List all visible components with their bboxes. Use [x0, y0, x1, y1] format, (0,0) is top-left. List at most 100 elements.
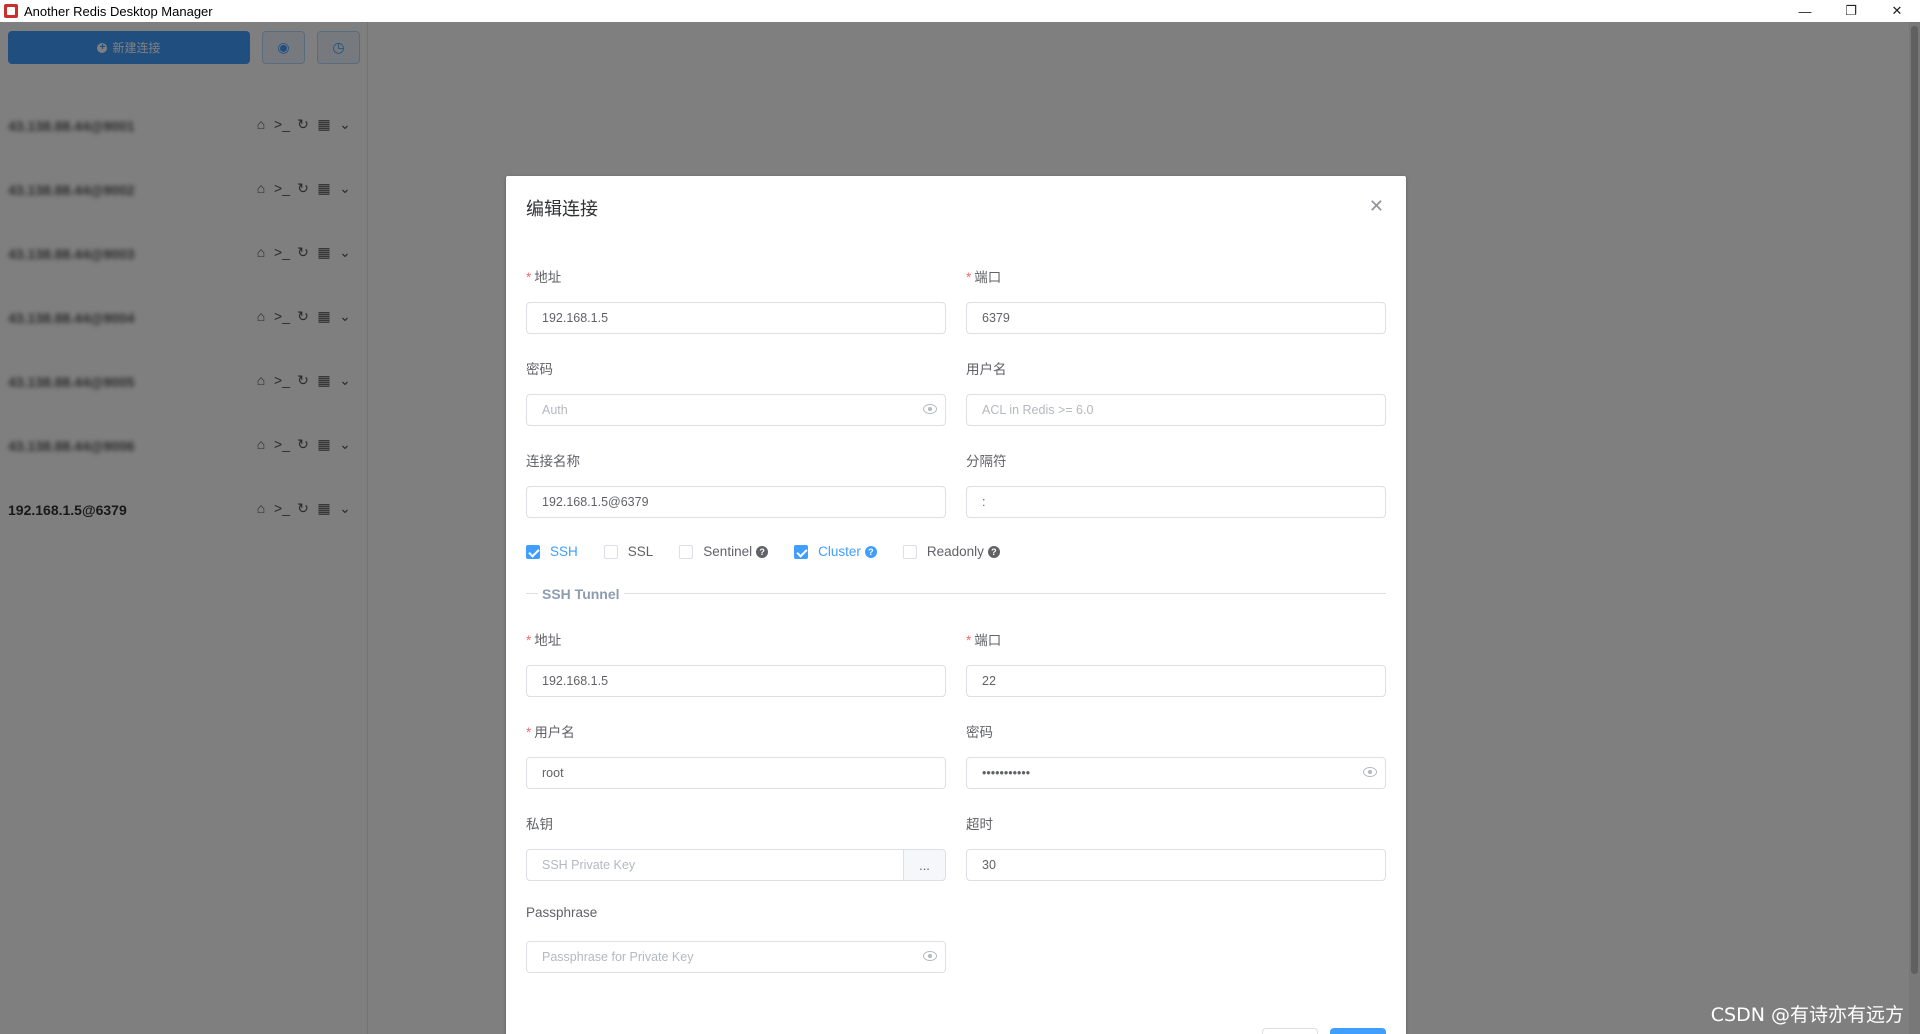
help-icon[interactable]: ?	[864, 545, 877, 558]
host-field: * 地址 192.168.1.5	[526, 266, 946, 334]
port-field: * 端口 6379	[966, 266, 1386, 334]
watermark: CSDN @有诗亦有远方	[1710, 1004, 1904, 1026]
ssh-host-value: 192.168.1.5	[542, 674, 609, 688]
checkbox-box	[526, 544, 540, 559]
timeout-value: 30	[982, 858, 996, 872]
close-window-button[interactable]: ✕	[1874, 0, 1920, 22]
username-placeholder: ACL in Redis >= 6.0	[982, 403, 1094, 417]
connection-name-value: 192.168.1.5@6379	[542, 495, 649, 509]
ssh-password-field: 密码 •••••••••••	[966, 721, 1386, 789]
cancel-button[interactable]	[1262, 1028, 1318, 1034]
port-input[interactable]: 6379	[966, 302, 1386, 334]
sentinel-label: Sentinel	[703, 544, 753, 559]
eye-icon[interactable]	[1363, 767, 1377, 777]
window-title: Another Redis Desktop Manager	[24, 3, 213, 19]
password-field: 密码 Auth	[526, 358, 946, 426]
timeout-field: 超时 30	[966, 813, 1386, 881]
edit-connection-dialog: 编辑连接 ✕ * 地址 192.168.1.5 * 端口 6379 密码 Auth …	[506, 176, 1406, 1034]
required-mark: *	[966, 633, 972, 648]
connection-name-field: 连接名称 192.168.1.5@6379	[526, 450, 946, 518]
passphrase-placeholder: Passphrase for Private Key	[542, 950, 694, 964]
private-key-field: 私钥 SSH Private Key ...	[526, 813, 946, 881]
cluster-checkbox[interactable]: Cluster?	[794, 544, 877, 559]
timeout-input[interactable]: 30	[966, 849, 1386, 881]
private-key-input[interactable]: SSH Private Key	[526, 849, 904, 881]
host-label-text: 地址	[534, 270, 562, 285]
ssh-password-value: •••••••••••	[982, 766, 1031, 780]
ssh-port-value: 22	[982, 674, 996, 688]
timeout-label: 超时	[966, 817, 993, 832]
ssh-password-input[interactable]: •••••••••••	[966, 757, 1386, 789]
ssh-username-label-text: 用户名	[534, 725, 575, 740]
connection-name-label: 连接名称	[526, 454, 580, 469]
ssh-port-label: * 端口	[966, 629, 1386, 649]
ssl-label: SSL	[627, 544, 654, 559]
ssh-tunnel-divider	[526, 593, 1386, 594]
title-bar: Another Redis Desktop Manager — ❐ ✕	[0, 0, 1920, 22]
readonly-label: Readonly	[926, 544, 984, 559]
restore-button[interactable]: ❐	[1828, 0, 1874, 22]
help-icon[interactable]: ?	[987, 545, 1000, 558]
eye-icon[interactable]	[923, 951, 937, 961]
port-label-text: 端口	[974, 270, 1002, 285]
host-label: * 地址	[526, 266, 946, 286]
eye-icon[interactable]	[923, 404, 937, 414]
app-logo-icon	[4, 4, 18, 18]
dialog-title: 编辑连接	[526, 199, 598, 219]
username-label: 用户名	[966, 362, 1007, 377]
required-mark: *	[966, 270, 972, 285]
ssh-port-label-text: 端口	[974, 633, 1002, 648]
ssh-username-input[interactable]: root	[526, 757, 946, 789]
dialog-footer	[1262, 1028, 1386, 1034]
passphrase-input[interactable]: Passphrase for Private Key	[526, 941, 946, 973]
close-icon[interactable]: ✕	[1369, 196, 1384, 217]
ssh-port-field: * 端口 22	[966, 629, 1386, 697]
confirm-button[interactable]	[1330, 1028, 1386, 1034]
passphrase-label: Passphrase	[526, 905, 598, 920]
checkbox-box	[603, 544, 618, 559]
help-icon[interactable]: ?	[756, 545, 769, 558]
checkbox-box	[679, 544, 694, 559]
ssh-password-label: 密码	[966, 725, 993, 740]
sentinel-checkbox[interactable]: Sentinel?	[679, 544, 769, 559]
window-controls: — ❐ ✕	[1782, 0, 1920, 22]
port-label: * 端口	[966, 266, 1386, 286]
ssh-username-field: * 用户名 root	[526, 721, 946, 789]
username-field: 用户名 ACL in Redis >= 6.0	[966, 358, 1386, 426]
port-value: 6379	[982, 311, 1010, 325]
cluster-label: Cluster	[818, 544, 861, 559]
connection-options: SSH SSL Sentinel? Cluster? Readonly?	[526, 544, 1026, 559]
required-mark: *	[526, 270, 532, 285]
ssh-username-label: * 用户名	[526, 721, 946, 741]
ssh-username-value: root	[542, 766, 564, 780]
username-input[interactable]: ACL in Redis >= 6.0	[966, 394, 1386, 426]
private-key-label: 私钥	[526, 817, 553, 832]
required-mark: *	[526, 725, 532, 740]
ssh-label: SSH	[550, 544, 578, 559]
private-key-placeholder: SSH Private Key	[542, 858, 636, 872]
minimize-button[interactable]: —	[1782, 0, 1828, 22]
ssh-checkbox[interactable]: SSH	[526, 544, 578, 559]
ssh-host-label: * 地址	[526, 629, 946, 649]
separator-input[interactable]: :	[966, 486, 1386, 518]
separator-value: :	[982, 495, 986, 509]
ssh-host-input[interactable]: 192.168.1.5	[526, 665, 946, 697]
host-input[interactable]: 192.168.1.5	[526, 302, 946, 334]
required-mark: *	[526, 633, 532, 648]
password-placeholder: Auth	[542, 403, 568, 417]
ssh-host-label-text: 地址	[534, 633, 562, 648]
ssh-host-field: * 地址 192.168.1.5	[526, 629, 946, 697]
password-label: 密码	[526, 362, 553, 377]
separator-label: 分隔符	[966, 454, 1007, 469]
password-input[interactable]: Auth	[526, 394, 946, 426]
browse-key-button[interactable]: ...	[903, 849, 946, 881]
connection-name-input[interactable]: 192.168.1.5@6379	[526, 486, 946, 518]
readonly-checkbox[interactable]: Readonly?	[902, 544, 1000, 559]
ssl-checkbox[interactable]: SSL	[603, 544, 654, 559]
checkbox-box	[794, 544, 809, 559]
checkbox-box	[902, 544, 917, 559]
separator-field: 分隔符 :	[966, 450, 1386, 518]
ssh-port-input[interactable]: 22	[966, 665, 1386, 697]
host-value: 192.168.1.5	[542, 311, 609, 325]
ssh-tunnel-heading: SSH Tunnel	[538, 586, 624, 602]
